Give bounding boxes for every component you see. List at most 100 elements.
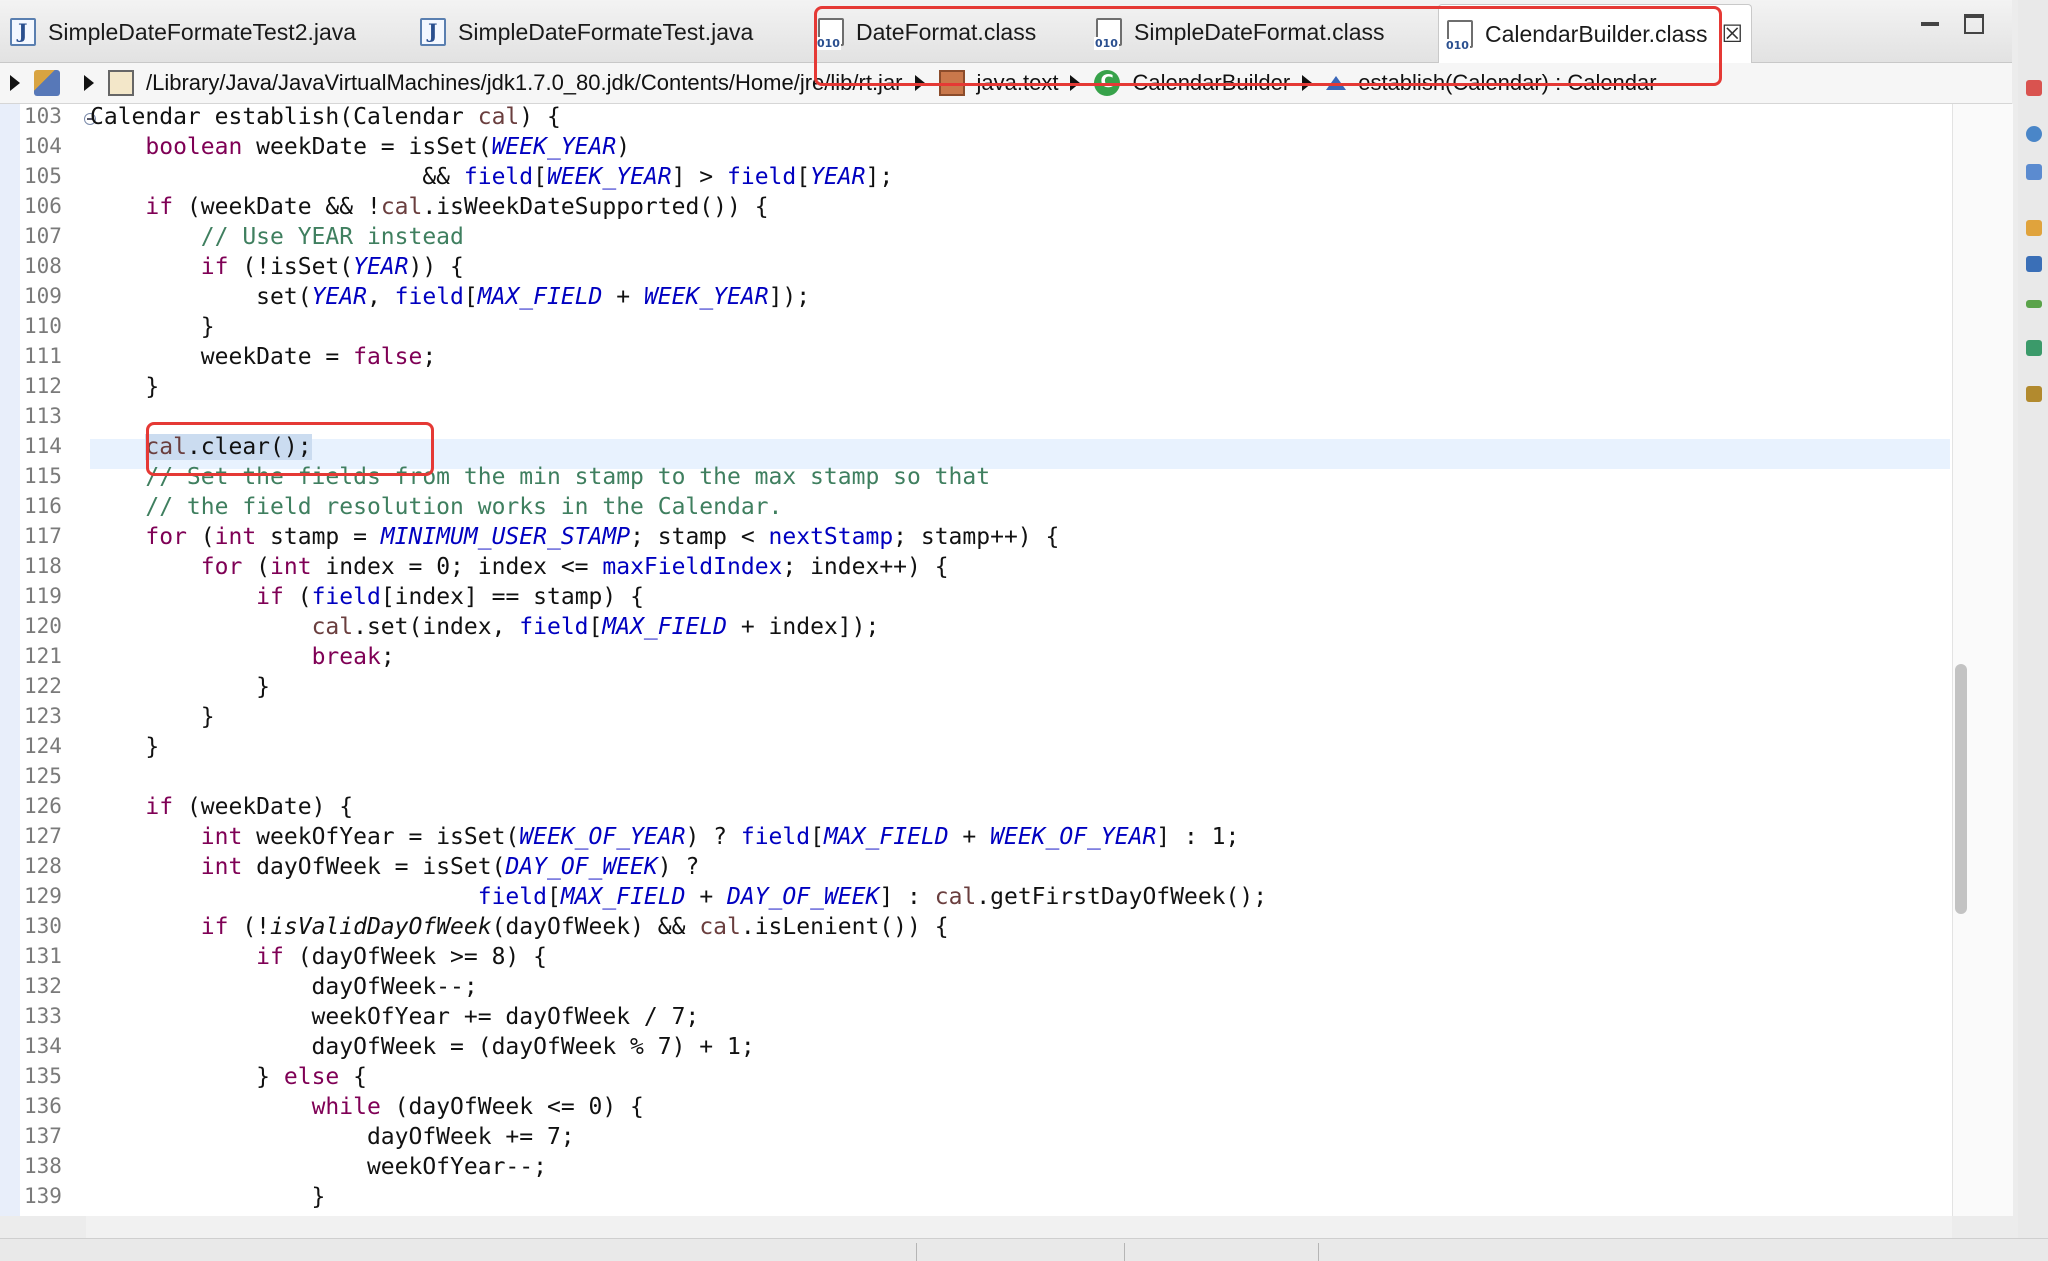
jar-icon: [108, 70, 134, 96]
code-line[interactable]: Calendar establish(Calendar cal) {: [90, 104, 1950, 134]
line-number: 121: [24, 644, 62, 668]
red-highlight-box-clear-call: [146, 422, 434, 476]
line-number: 105: [24, 164, 62, 188]
tab-simpledateformatetest[interactable]: SimpleDateFormateTest.java: [420, 6, 753, 58]
line-number: 104: [24, 134, 62, 158]
code-line[interactable]: cal.set(index, field[MAX_FIELD + index])…: [90, 614, 1950, 644]
code-line[interactable]: dayOfWeek = (dayOfWeek % 7) + 1;: [90, 1034, 1950, 1064]
code-line[interactable]: }: [90, 734, 1950, 764]
line-number: 108: [24, 254, 62, 278]
code-line[interactable]: if (dayOfWeek >= 8) {: [90, 944, 1950, 974]
line-number: 122: [24, 674, 62, 698]
java-icon[interactable]: [2026, 386, 2042, 402]
code-line[interactable]: }: [90, 314, 1950, 344]
code-line[interactable]: if (!isValidDayOfWeek(dayOfWeek) && cal.…: [90, 914, 1950, 944]
line-number: 130: [24, 914, 62, 938]
code-line[interactable]: for (int stamp = MINIMUM_USER_STAMP; sta…: [90, 524, 1950, 554]
horizontal-scrollbar[interactable]: [86, 1216, 1952, 1240]
debug-icon[interactable]: [2026, 340, 2042, 356]
vertical-scrollbar[interactable]: [1952, 104, 2013, 1216]
breadcrumb-jar-path[interactable]: /Library/Java/JavaVirtualMachines/jdk1.7…: [146, 70, 903, 96]
line-number: 109: [24, 284, 62, 308]
code-line[interactable]: int dayOfWeek = isSet(DAY_OF_WEEK) ?: [90, 854, 1950, 884]
overview-ruler-left[interactable]: [0, 104, 21, 1216]
code-line[interactable]: weekDate = false;: [90, 344, 1950, 374]
line-number: 132: [24, 974, 62, 998]
breadcrumb-separator-icon[interactable]: [84, 75, 94, 91]
code-line[interactable]: dayOfWeek--;: [90, 974, 1950, 1004]
java-file-icon: [10, 18, 36, 46]
line-number: 123: [24, 704, 62, 728]
line-number: 127: [24, 824, 62, 848]
code-line[interactable]: if (weekDate) {: [90, 794, 1950, 824]
code-line[interactable]: }: [90, 1184, 1950, 1214]
line-number: 120: [24, 614, 62, 638]
code-editor[interactable]: 103 104 105 106 107 108 109 110 111 112 113 114 115 1…: [0, 104, 2013, 1240]
console-icon[interactable]: [2026, 256, 2042, 272]
line-number: 133: [24, 1004, 62, 1028]
code-line[interactable]: }: [90, 674, 1950, 704]
code-line[interactable]: } else {: [90, 1064, 1950, 1094]
code-line[interactable]: [90, 764, 1950, 794]
code-line[interactable]: }: [90, 374, 1950, 404]
status-bar: [0, 1238, 2048, 1261]
line-number: 116: [24, 494, 62, 518]
line-number: 134: [24, 1034, 62, 1058]
task-icon[interactable]: [2026, 220, 2042, 236]
tab-label: SimpleDateFormateTest2.java: [48, 18, 357, 45]
line-number-gutter: 103 104 105 106 107 108 109 110 111 112 113 114 115 1…: [20, 104, 96, 1216]
progress-icon[interactable]: [2026, 300, 2042, 308]
code-line[interactable]: if (!isSet(YEAR)) {: [90, 254, 1950, 284]
line-number: 119: [24, 584, 62, 608]
code-line[interactable]: field[MAX_FIELD + DAY_OF_WEEK] : cal.get…: [90, 884, 1950, 914]
line-number: 136: [24, 1094, 62, 1118]
line-number: 115: [24, 464, 62, 488]
line-number: 114: [24, 434, 62, 458]
line-number: 126: [24, 794, 62, 818]
line-number: 131: [24, 944, 62, 968]
line-number: 124: [24, 734, 62, 758]
line-number: 137: [24, 1124, 62, 1148]
code-line[interactable]: }: [90, 704, 1950, 734]
code-line[interactable]: if (weekDate && !cal.isWeekDateSupported…: [90, 194, 1950, 224]
minimize-icon[interactable]: [1918, 14, 1944, 36]
code-line[interactable]: for (int index = 0; index <= maxFieldInd…: [90, 554, 1950, 584]
code-line[interactable]: while (dayOfWeek <= 0) {: [90, 1094, 1950, 1124]
scrollbar-thumb[interactable]: [1955, 664, 1967, 914]
project-icon[interactable]: [34, 70, 60, 96]
line-number: 112: [24, 374, 62, 398]
code-line[interactable]: dayOfWeek += 7;: [90, 1124, 1950, 1154]
code-area[interactable]: Calendar establish(Calendar cal) { boole…: [90, 104, 1950, 1216]
code-line[interactable]: && field[WEEK_YEAR] > field[YEAR];: [90, 164, 1950, 194]
code-line[interactable]: weekOfYear--;: [90, 1154, 1950, 1184]
code-line[interactable]: set(YEAR, field[MAX_FIELD + WEEK_YEAR]);: [90, 284, 1950, 314]
tab-simpledateformatetest2[interactable]: SimpleDateFormateTest2.java: [10, 6, 356, 58]
code-line[interactable]: // Use YEAR instead: [90, 224, 1950, 254]
hierarchy-icon[interactable]: [2026, 164, 2042, 180]
line-number: 135: [24, 1064, 62, 1088]
maximize-icon[interactable]: [1962, 14, 1988, 36]
line-number: 111: [24, 344, 62, 368]
code-line[interactable]: weekOfYear += dayOfWeek / 7;: [90, 1004, 1950, 1034]
close-tab-icon[interactable]: ☒: [1721, 20, 1743, 49]
line-number: 113: [24, 404, 62, 428]
status-divider: [1124, 1243, 1125, 1261]
red-highlight-box-tabs: [814, 6, 1722, 86]
java-file-icon: [420, 18, 446, 46]
error-icon[interactable]: [2026, 80, 2042, 96]
code-line[interactable]: boolean weekDate = isSet(WEEK_YEAR): [90, 134, 1950, 164]
line-number: 129: [24, 884, 62, 908]
right-trim-toolbar: [2018, 0, 2048, 1260]
code-line[interactable]: // the field resolution works in the Cal…: [90, 494, 1950, 524]
code-line[interactable]: break;: [90, 644, 1950, 674]
expand-arrow-icon[interactable]: [10, 75, 20, 91]
status-divider: [916, 1243, 917, 1261]
status-divider: [1318, 1243, 1319, 1261]
line-number: 139: [24, 1184, 62, 1208]
code-line[interactable]: int weekOfYear = isSet(WEEK_OF_YEAR) ? f…: [90, 824, 1950, 854]
code-line[interactable]: if (field[index] == stamp) {: [90, 584, 1950, 614]
line-number: 103: [24, 104, 62, 128]
line-number: 107: [24, 224, 62, 248]
outline-icon[interactable]: [2026, 126, 2042, 142]
line-number: 138: [24, 1154, 62, 1178]
